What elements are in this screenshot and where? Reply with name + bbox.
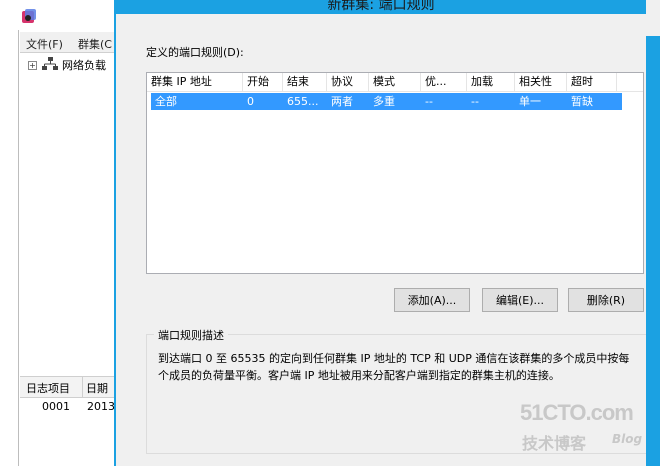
tree-item-nlb[interactable]: 网络负载	[62, 57, 106, 73]
window-edge-top	[646, 0, 660, 36]
column-divider	[82, 377, 83, 397]
cell-mode: 多重	[373, 95, 395, 108]
menu-file[interactable]: 文件(F)	[26, 36, 63, 52]
column-affinity[interactable]: 相关性	[515, 73, 567, 91]
delete-button[interactable]: 删除(R)	[568, 288, 644, 312]
expand-icon[interactable]: +	[28, 61, 37, 70]
port-rules-list[interactable]: 群集 IP 地址 开始 结束 协议 模式 优... 加载 相关性 超时 全部 0…	[146, 72, 644, 274]
log-column-entry[interactable]: 日志项目	[26, 380, 70, 396]
cell-affinity: 单一	[519, 95, 541, 108]
window-edge	[646, 0, 660, 466]
cell-priority: --	[425, 95, 433, 108]
tree-panel: + 网络负载	[20, 52, 114, 377]
port-rules-dialog: 新群集: 端口规则 定义的端口规则(D): 群集 IP 地址 开始 结束 协议 …	[114, 0, 648, 466]
log-column-date[interactable]: 日期	[86, 380, 108, 396]
watermark-subtitle: 技术博客	[522, 434, 587, 453]
log-entry-id[interactable]: 0001	[42, 400, 70, 413]
description-text: 到达端口 0 至 65535 的定向到任何群集 IP 地址的 TCP 和 UDP…	[158, 352, 630, 382]
table-row[interactable]: 全部 0 655... 两者 多重 -- -- 单一 暂缺	[151, 93, 622, 110]
list-header: 群集 IP 地址 开始 结束 协议 模式 优... 加载 相关性 超时	[147, 73, 643, 92]
log-entry-date[interactable]: 2013	[87, 400, 115, 413]
column-protocol[interactable]: 协议	[327, 73, 369, 91]
network-cluster-icon	[42, 57, 58, 70]
app-icon	[22, 9, 36, 23]
cell-protocol: 两者	[331, 95, 353, 108]
column-load[interactable]: 加载	[467, 73, 515, 91]
cell-cluster-ip: 全部	[155, 95, 177, 108]
add-button[interactable]: 添加(A)...	[394, 288, 470, 312]
column-start[interactable]: 开始	[243, 73, 283, 91]
dialog-title: 新群集: 端口规则	[327, 0, 435, 13]
cell-end: 655...	[287, 95, 319, 108]
window-border	[18, 30, 19, 466]
column-cluster-ip[interactable]: 群集 IP 地址	[147, 73, 243, 91]
edit-button[interactable]: 编辑(E)...	[482, 288, 558, 312]
column-end[interactable]: 结束	[283, 73, 327, 91]
column-priority[interactable]: 优...	[421, 73, 467, 91]
log-header: 日志项目 日期	[20, 376, 114, 398]
cell-start: 0	[247, 95, 254, 108]
watermark-blog: Blog	[612, 432, 643, 446]
watermark-logo: 51CTO.com	[520, 400, 634, 425]
column-mode[interactable]: 模式	[369, 73, 421, 91]
cell-timeout: 暂缺	[571, 95, 593, 108]
dialog-titlebar: 新群集: 端口规则	[116, 0, 646, 14]
menu-cluster[interactable]: 群集(C	[78, 36, 112, 52]
cell-load: --	[471, 95, 479, 108]
defined-rules-label: 定义的端口规则(D):	[146, 46, 244, 59]
description-title: 端口规则描述	[154, 327, 228, 343]
column-timeout[interactable]: 超时	[567, 73, 617, 91]
